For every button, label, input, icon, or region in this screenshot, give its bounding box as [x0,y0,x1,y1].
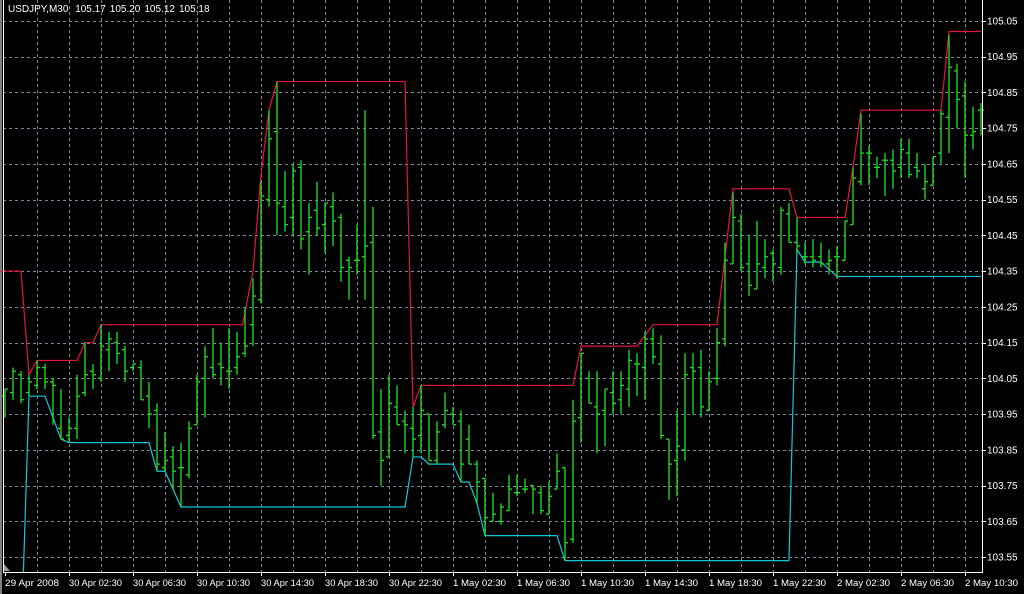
time-axis-label: 1 May 10:30 [581,578,634,589]
price-axis-label: 103.75 [987,481,1018,492]
symbol-timeframe: USDJPY,M30 [8,4,69,15]
window-frame [0,0,2,594]
price-axis-label: 104.45 [987,231,1018,242]
time-axis-label: 30 Apr 10:30 [197,578,250,589]
price-axis-label: 104.85 [987,88,1018,99]
price-axis-label: 104.15 [987,338,1018,349]
time-axis-label: 1 May 02:30 [453,578,506,589]
price-axis-label: 104.55 [987,195,1018,206]
time-axis-label: 1 May 18:30 [709,578,762,589]
high-price: 105.20 [109,4,141,15]
close-price: 105.18 [178,4,210,15]
time-axis-label: 2 May 02:30 [837,578,890,589]
price-axis-label: 104.25 [987,302,1018,313]
time-axis-label: 2 May 10:30 [965,578,1018,589]
price-axis-label: 103.65 [987,517,1018,528]
time-axis-label: 30 Apr 22:30 [389,578,442,589]
low-price: 105.12 [144,4,175,15]
price-axis-label: 103.55 [987,553,1018,564]
price-axis-label: 103.85 [987,445,1018,456]
chart-header: USDJPY,M30 105.17 105.20 105.12 105.18 [8,4,214,15]
price-axis-label: 104.75 [987,124,1018,135]
price-axis-label: 103.95 [987,410,1018,421]
price-axis-label: 104.95 [987,52,1018,63]
time-axis-label: 29 Apr 2008 [5,578,59,589]
price-axis-label: 104.35 [987,267,1018,278]
price-axis-label: 105.05 [987,16,1018,27]
time-axis-label: 30 Apr 02:30 [69,578,122,589]
time-axis-label: 2 May 06:30 [901,578,954,589]
time-axis-label: 30 Apr 18:30 [325,578,378,589]
open-price: 105.17 [75,4,106,15]
time-axis-label: 1 May 06:30 [517,578,570,589]
price-chart[interactable]: 105.05 104.95 104.85 104.75 104.65 104.55 104.… [0,0,1024,594]
price-axis-label: 104.05 [987,374,1018,385]
time-axis-label: 30 Apr 06:30 [133,578,186,589]
chart-background [0,0,1024,594]
price-axis-label: 104.65 [987,159,1018,170]
time-axis-label: 1 May 14:30 [645,578,698,589]
time-axis-label: 1 May 22:30 [773,578,826,589]
time-axis-label: 30 Apr 14:30 [261,578,314,589]
